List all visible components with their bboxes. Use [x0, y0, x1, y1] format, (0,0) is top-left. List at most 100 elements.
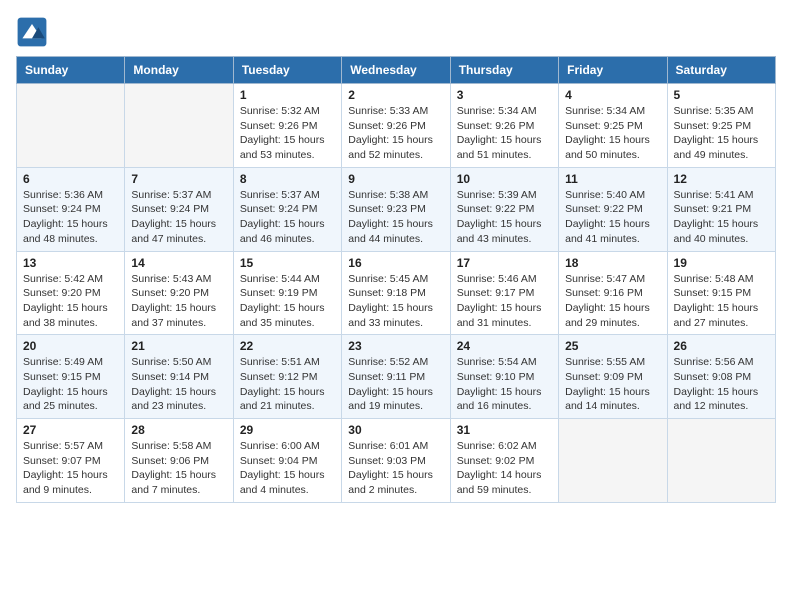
day-info: Sunrise: 5:55 AM Sunset: 9:09 PM Dayligh…	[565, 355, 660, 414]
day-number: 17	[457, 256, 552, 270]
weekday-header-saturday: Saturday	[667, 57, 775, 84]
day-info: Sunrise: 6:00 AM Sunset: 9:04 PM Dayligh…	[240, 439, 335, 498]
day-info: Sunrise: 5:34 AM Sunset: 9:26 PM Dayligh…	[457, 104, 552, 163]
day-info: Sunrise: 5:45 AM Sunset: 9:18 PM Dayligh…	[348, 272, 443, 331]
calendar-cell: 2 Sunrise: 5:33 AM Sunset: 9:26 PM Daylig…	[342, 84, 450, 168]
day-info: Sunrise: 5:46 AM Sunset: 9:17 PM Dayligh…	[457, 272, 552, 331]
calendar-cell: 30Sunrise: 6:01 AM Sunset: 9:03 PM Dayli…	[342, 419, 450, 503]
calendar-cell: 12 Sunrise: 5:41 AM Sunset: 9:21 PM Dayli…	[667, 167, 775, 251]
calendar-cell	[125, 84, 233, 168]
calendar-cell: 5 Sunrise: 5:35 AM Sunset: 9:25 PM Daylig…	[667, 84, 775, 168]
day-number: 2	[348, 88, 443, 102]
day-info: Sunrise: 5:42 AM Sunset: 9:20 PM Dayligh…	[23, 272, 118, 331]
week-row-5: 27 Sunrise: 5:57 AM Sunset: 9:07 PM Dayli…	[17, 419, 776, 503]
day-number: 7	[131, 172, 226, 186]
day-number: 4	[565, 88, 660, 102]
day-info: Sunrise: 5:57 AM Sunset: 9:07 PM Dayligh…	[23, 439, 118, 498]
day-info: Sunrise: 5:51 AM Sunset: 9:12 PM Dayligh…	[240, 355, 335, 414]
day-number: 27	[23, 423, 118, 437]
day-info: Sunrise: 5:32 AM Sunset: 9:26 PM Dayligh…	[240, 104, 335, 163]
calendar-cell: 13Sunrise: 5:42 AM Sunset: 9:20 PM Dayli…	[17, 251, 125, 335]
day-number: 28	[131, 423, 226, 437]
calendar-cell: 6 Sunrise: 5:36 AM Sunset: 9:24 PM Daylig…	[17, 167, 125, 251]
day-number: 5	[674, 88, 769, 102]
calendar-cell: 19 Sunrise: 5:48 AM Sunset: 9:15 PM Dayli…	[667, 251, 775, 335]
day-number: 31	[457, 423, 552, 437]
calendar-cell: 14Sunrise: 5:43 AM Sunset: 9:20 PM Dayli…	[125, 251, 233, 335]
calendar-cell: 25 Sunrise: 5:55 AM Sunset: 9:09 PM Dayli…	[559, 335, 667, 419]
week-row-4: 20 Sunrise: 5:49 AM Sunset: 9:15 PM Dayli…	[17, 335, 776, 419]
day-info: Sunrise: 5:48 AM Sunset: 9:15 PM Dayligh…	[674, 272, 769, 331]
day-number: 1	[240, 88, 335, 102]
day-info: Sunrise: 5:38 AM Sunset: 9:23 PM Dayligh…	[348, 188, 443, 247]
day-info: Sunrise: 5:37 AM Sunset: 9:24 PM Dayligh…	[131, 188, 226, 247]
day-info: Sunrise: 5:40 AM Sunset: 9:22 PM Dayligh…	[565, 188, 660, 247]
day-info: Sunrise: 5:50 AM Sunset: 9:14 PM Dayligh…	[131, 355, 226, 414]
day-info: Sunrise: 5:49 AM Sunset: 9:15 PM Dayligh…	[23, 355, 118, 414]
calendar-cell	[17, 84, 125, 168]
day-number: 19	[674, 256, 769, 270]
day-number: 15	[240, 256, 335, 270]
day-info: Sunrise: 5:33 AM Sunset: 9:26 PM Dayligh…	[348, 104, 443, 163]
day-info: Sunrise: 5:35 AM Sunset: 9:25 PM Dayligh…	[674, 104, 769, 163]
day-number: 12	[674, 172, 769, 186]
calendar-cell: 26 Sunrise: 5:56 AM Sunset: 9:08 PM Dayli…	[667, 335, 775, 419]
weekday-header-tuesday: Tuesday	[233, 57, 341, 84]
weekday-header-friday: Friday	[559, 57, 667, 84]
weekday-header-sunday: Sunday	[17, 57, 125, 84]
day-info: Sunrise: 5:41 AM Sunset: 9:21 PM Dayligh…	[674, 188, 769, 247]
calendar-cell: 24 Sunrise: 5:54 AM Sunset: 9:10 PM Dayli…	[450, 335, 558, 419]
day-number: 16	[348, 256, 443, 270]
logo	[16, 16, 52, 48]
day-number: 8	[240, 172, 335, 186]
calendar-cell: 3 Sunrise: 5:34 AM Sunset: 9:26 PM Daylig…	[450, 84, 558, 168]
day-info: Sunrise: 5:56 AM Sunset: 9:08 PM Dayligh…	[674, 355, 769, 414]
day-number: 6	[23, 172, 118, 186]
weekday-header-monday: Monday	[125, 57, 233, 84]
weekday-header-row: SundayMondayTuesdayWednesdayThursdayFrid…	[17, 57, 776, 84]
day-number: 22	[240, 339, 335, 353]
day-info: Sunrise: 5:37 AM Sunset: 9:24 PM Dayligh…	[240, 188, 335, 247]
day-info: Sunrise: 5:36 AM Sunset: 9:24 PM Dayligh…	[23, 188, 118, 247]
day-number: 3	[457, 88, 552, 102]
week-row-3: 13Sunrise: 5:42 AM Sunset: 9:20 PM Dayli…	[17, 251, 776, 335]
calendar-cell: 28 Sunrise: 5:58 AM Sunset: 9:06 PM Dayli…	[125, 419, 233, 503]
day-number: 9	[348, 172, 443, 186]
day-number: 29	[240, 423, 335, 437]
calendar-cell: 16 Sunrise: 5:45 AM Sunset: 9:18 PM Dayli…	[342, 251, 450, 335]
calendar-cell: 7 Sunrise: 5:37 AM Sunset: 9:24 PM Daylig…	[125, 167, 233, 251]
day-info: Sunrise: 5:34 AM Sunset: 9:25 PM Dayligh…	[565, 104, 660, 163]
day-number: 21	[131, 339, 226, 353]
day-info: Sunrise: 5:39 AM Sunset: 9:22 PM Dayligh…	[457, 188, 552, 247]
day-number: 10	[457, 172, 552, 186]
day-number: 24	[457, 339, 552, 353]
calendar-cell: 20 Sunrise: 5:49 AM Sunset: 9:15 PM Dayli…	[17, 335, 125, 419]
day-number: 23	[348, 339, 443, 353]
calendar-cell: 27 Sunrise: 5:57 AM Sunset: 9:07 PM Dayli…	[17, 419, 125, 503]
day-number: 26	[674, 339, 769, 353]
day-number: 30	[348, 423, 443, 437]
weekday-header-wednesday: Wednesday	[342, 57, 450, 84]
day-info: Sunrise: 5:54 AM Sunset: 9:10 PM Dayligh…	[457, 355, 552, 414]
page-header	[16, 16, 776, 48]
calendar-cell: 22 Sunrise: 5:51 AM Sunset: 9:12 PM Dayli…	[233, 335, 341, 419]
logo-icon	[16, 16, 48, 48]
day-info: Sunrise: 5:47 AM Sunset: 9:16 PM Dayligh…	[565, 272, 660, 331]
calendar-cell: 9 Sunrise: 5:38 AM Sunset: 9:23 PM Daylig…	[342, 167, 450, 251]
calendar-cell: 29 Sunrise: 6:00 AM Sunset: 9:04 PM Dayli…	[233, 419, 341, 503]
calendar-cell: 11Sunrise: 5:40 AM Sunset: 9:22 PM Dayli…	[559, 167, 667, 251]
calendar-cell: 8 Sunrise: 5:37 AM Sunset: 9:24 PM Daylig…	[233, 167, 341, 251]
calendar-cell: 17 Sunrise: 5:46 AM Sunset: 9:17 PM Dayli…	[450, 251, 558, 335]
day-info: Sunrise: 5:43 AM Sunset: 9:20 PM Dayligh…	[131, 272, 226, 331]
day-number: 20	[23, 339, 118, 353]
day-info: Sunrise: 5:52 AM Sunset: 9:11 PM Dayligh…	[348, 355, 443, 414]
week-row-2: 6 Sunrise: 5:36 AM Sunset: 9:24 PM Daylig…	[17, 167, 776, 251]
day-number: 25	[565, 339, 660, 353]
calendar-cell: 15Sunrise: 5:44 AM Sunset: 9:19 PM Dayli…	[233, 251, 341, 335]
calendar-cell: 1 Sunrise: 5:32 AM Sunset: 9:26 PM Daylig…	[233, 84, 341, 168]
day-info: Sunrise: 5:58 AM Sunset: 9:06 PM Dayligh…	[131, 439, 226, 498]
calendar-cell	[559, 419, 667, 503]
week-row-1: 1 Sunrise: 5:32 AM Sunset: 9:26 PM Daylig…	[17, 84, 776, 168]
day-info: Sunrise: 6:02 AM Sunset: 9:02 PM Dayligh…	[457, 439, 552, 498]
calendar-cell: 23 Sunrise: 5:52 AM Sunset: 9:11 PM Dayli…	[342, 335, 450, 419]
